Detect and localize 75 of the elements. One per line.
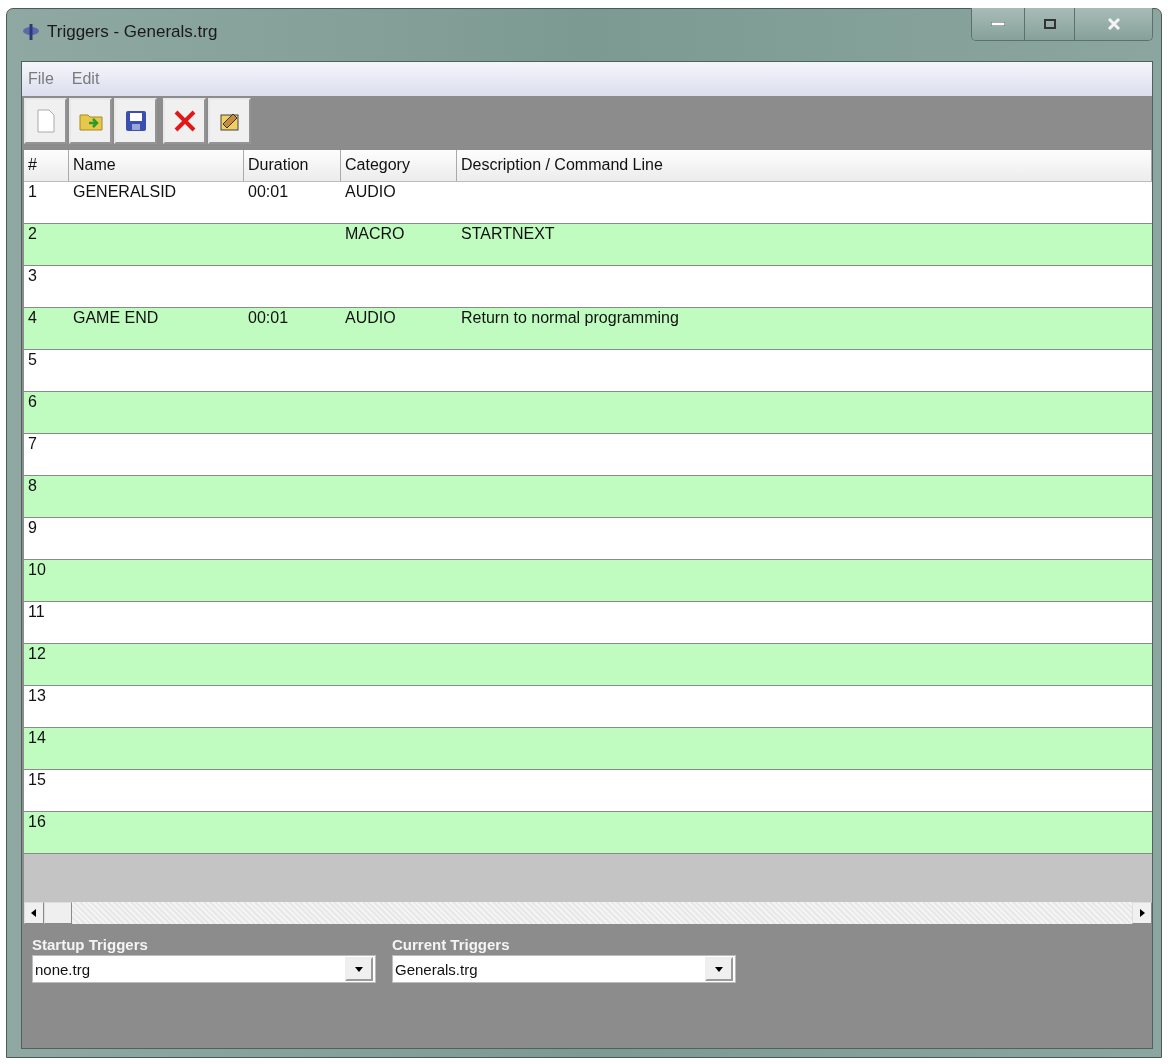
x-icon xyxy=(173,110,196,132)
table-row[interactable]: 8 xyxy=(24,476,1152,518)
caret-icon xyxy=(355,965,363,973)
table-cell-text: 16 xyxy=(27,812,47,832)
table-cell-text: 00:01 xyxy=(247,182,290,202)
dropdown-button[interactable] xyxy=(705,957,733,981)
toolbar-button[interactable] xyxy=(163,98,206,144)
menu-item[interactable]: File xyxy=(28,70,54,88)
toolbar-button[interactable] xyxy=(114,98,157,144)
folder-arrow-icon xyxy=(78,111,103,131)
table-cell-text: 14 xyxy=(27,728,47,748)
dropdown-field[interactable]: Generals.trg xyxy=(392,955,736,983)
table-cell-text: Return to normal programming xyxy=(460,308,680,328)
table-cell-text: 12 xyxy=(27,644,47,664)
table-cell-text: 10 xyxy=(27,560,47,580)
scroll-right-button[interactable] xyxy=(1132,902,1152,924)
table-row[interactable]: 1 GENERALSID 00:01 AUDIO xyxy=(24,182,1152,224)
table-cell-text: STARTNEXT xyxy=(460,224,556,244)
caret-icon xyxy=(715,965,723,973)
table-cell-text: MACRO xyxy=(344,224,406,244)
table-row[interactable]: 13 xyxy=(24,686,1152,728)
table-cell-text: 6 xyxy=(27,392,38,412)
right-arrow-icon xyxy=(1138,909,1146,917)
blank-page-icon xyxy=(35,109,56,133)
table-row[interactable]: 12 xyxy=(24,644,1152,686)
table-row[interactable]: 3 xyxy=(24,266,1152,308)
column-header[interactable]: Name xyxy=(69,150,244,181)
table-row[interactable]: 9 xyxy=(24,518,1152,560)
window-title: Triggers - Generals.trg xyxy=(47,22,218,42)
minimize-icon xyxy=(991,22,1005,26)
table-row[interactable]: 16 xyxy=(24,812,1152,854)
table-row[interactable]: 10 xyxy=(24,560,1152,602)
field-label: Current Triggers xyxy=(392,936,511,953)
dropdown-field[interactable]: none.trg xyxy=(32,955,376,983)
table-cell-text: 4 xyxy=(27,308,38,328)
maximize-icon xyxy=(1043,19,1056,29)
table-cell-text: 11 xyxy=(27,602,46,622)
table-cell-text: 7 xyxy=(27,434,38,454)
table-cell-text: 3 xyxy=(27,266,38,286)
column-header[interactable]: # xyxy=(24,150,69,181)
table-row[interactable]: 15 xyxy=(24,770,1152,812)
table-cell-text: AUDIO xyxy=(344,182,397,202)
horizontal-scrollbar[interactable] xyxy=(24,902,1152,924)
table-cell-text: GENERALSID xyxy=(72,182,178,202)
table-row[interactable]: 2 MACRO STARTNEXT xyxy=(24,224,1152,266)
table-row[interactable]: 11 xyxy=(24,602,1152,644)
table-cell-text: 00:01 xyxy=(247,308,290,328)
app-logo-icon xyxy=(21,22,41,42)
table-cell-text: GAME END xyxy=(72,308,160,328)
column-header[interactable]: Description / Command Line xyxy=(457,150,1152,181)
dropdown-button[interactable] xyxy=(345,957,373,981)
left-arrow-icon xyxy=(30,909,38,917)
maximize-button[interactable] xyxy=(1024,8,1074,40)
table-cell-text: 15 xyxy=(27,770,47,790)
table-cell-text: 2 xyxy=(27,224,38,244)
table-cell-text: 1 xyxy=(27,182,38,202)
table-row[interactable]: 4 GAME END 00:01 AUDIO Return to normal programming xyxy=(24,308,1152,350)
toolbar-button[interactable] xyxy=(208,98,251,144)
table-row[interactable]: 14 xyxy=(24,728,1152,770)
toolbar-button[interactable] xyxy=(24,98,67,144)
table-cell-text: 13 xyxy=(27,686,47,706)
table-row[interactable]: 6 xyxy=(24,392,1152,434)
scrollbar-thumb[interactable] xyxy=(44,902,72,924)
scroll-left-button[interactable] xyxy=(24,902,44,924)
column-header[interactable]: Category xyxy=(341,150,457,181)
table-row[interactable]: 7 xyxy=(24,434,1152,476)
table-cell-text: 5 xyxy=(27,350,38,370)
table-cell-text: 8 xyxy=(27,476,38,496)
menu-item[interactable]: Edit xyxy=(71,70,100,88)
close-icon xyxy=(1106,18,1121,30)
table-cell-text: AUDIO xyxy=(344,308,397,328)
column-header[interactable]: Duration xyxy=(244,150,341,181)
field-label: Startup Triggers xyxy=(32,936,149,953)
table-cell-text: 9 xyxy=(27,518,38,538)
table-row[interactable]: 5 xyxy=(24,350,1152,392)
